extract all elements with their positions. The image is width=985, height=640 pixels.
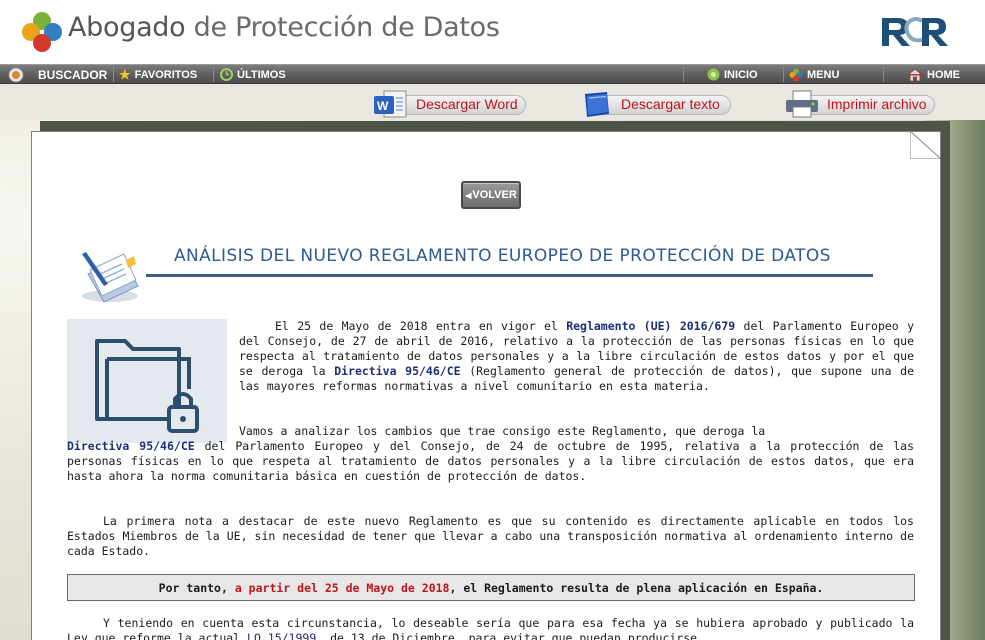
clock-icon — [220, 68, 233, 81]
p3-text: La primera nota a destacar de este nuevo… — [67, 514, 914, 558]
top-navbar: BUSCADOR ★ FAVORITOS ÚLTIMOS INICIO MENU… — [0, 64, 985, 84]
directiva-link-2[interactable]: Directiva 95/46/CE — [67, 439, 195, 453]
download-text-label: Descargar texto — [621, 96, 720, 112]
reglamento-link[interactable]: Reglamento (UE) 2016/679 — [566, 319, 735, 333]
back-arrow-icon: ◀ — [465, 190, 472, 200]
paragraph-applicability: La primera nota a destacar de este nuevo… — [67, 514, 914, 559]
nav-menu-label: MENU — [807, 68, 840, 81]
p2-text-b: del Parlamento Europeo y del Consejo, de… — [67, 439, 915, 483]
directiva-link[interactable]: Directiva 95/46/CE — [334, 364, 460, 378]
house-icon — [907, 67, 923, 81]
nav-divider — [683, 67, 684, 82]
nav-inicio[interactable]: INICIO — [707, 65, 758, 84]
book-icon — [585, 92, 609, 117]
paragraph-law: Y teniendo en cuenta esta circunstancia,… — [67, 616, 914, 640]
nav-divider — [213, 67, 214, 82]
page-fold-icon — [910, 131, 941, 159]
download-word-label: Descargar Word — [416, 96, 518, 112]
nav-ultimos-label: ÚLTIMOS — [237, 68, 286, 81]
nav-buscador-label: BUSCADOR — [38, 67, 108, 82]
star-icon: ★ — [119, 66, 131, 82]
p1-text-a: El 25 de Mayo de 2018 entra en vigor el — [275, 319, 567, 333]
nav-divider — [783, 67, 784, 82]
note-text-b: , el Reglamento resulta de plena aplicac… — [449, 580, 824, 595]
title-underline — [146, 274, 873, 277]
search-globe-icon — [8, 67, 24, 82]
home-circle-icon — [707, 68, 720, 81]
note-text-a: Por tanto, — [158, 580, 235, 595]
note-date: a partir del 25 de Mayo de 2018 — [234, 580, 450, 595]
nav-inicio-label: INICIO — [724, 68, 758, 81]
nav-favoritos[interactable]: ★ FAVORITOS — [119, 65, 197, 84]
download-text-button[interactable]: Descargar texto — [577, 90, 733, 118]
nav-buscador[interactable]: BUSCADOR — [8, 65, 107, 84]
nav-favoritos-label: FAVORITOS — [134, 68, 198, 81]
svg-text:W: W — [377, 99, 389, 113]
menu-dots-icon — [789, 68, 803, 81]
highlight-note: Por tanto, a partir del 25 de Mayo de 20… — [67, 574, 915, 601]
document-pen-icon — [82, 252, 139, 303]
nav-menu[interactable]: MENU — [789, 65, 839, 84]
print-file-button[interactable]: Imprimir archivo — [783, 90, 937, 118]
print-file-label: Imprimir archivo — [827, 96, 927, 112]
word-document-icon: W — [374, 90, 407, 118]
rcr-logo-icon[interactable] — [878, 12, 950, 50]
printer-icon — [786, 90, 818, 118]
nav-divider — [113, 67, 114, 82]
site-title-rest: de Protección de Datos — [185, 12, 500, 43]
download-word-button[interactable]: W Descargar Word — [372, 90, 526, 118]
nav-home-label: HOME — [927, 68, 960, 81]
paragraph-changes: Vamos a analizar los cambios que trae co… — [67, 424, 914, 484]
p2-first-line: Vamos a analizar los cambios que trae co… — [239, 424, 766, 438]
nav-ultimos[interactable]: ÚLTIMOS — [220, 65, 286, 84]
nav-divider — [883, 67, 884, 82]
site-title-main: Abogado — [68, 12, 186, 43]
nav-home[interactable]: HOME — [907, 65, 960, 84]
p5-text-b: , de 13 de Diciembre, para evitar que pu… — [316, 631, 698, 640]
lo-15-1999-link[interactable]: LO 15/1999 — [247, 631, 316, 640]
site-title[interactable]: Abogado de Protección de Datos — [68, 12, 500, 43]
site-logo-icon[interactable] — [20, 10, 64, 54]
site-header: Abogado de Protección de Datos — [0, 0, 985, 64]
volver-label: VOLVER — [472, 189, 517, 201]
document-title: ANÁLISIS DEL NUEVO REGLAMENTO EUROPEO DE… — [174, 246, 831, 266]
volver-button[interactable]: ◀ VOLVER — [461, 181, 521, 209]
paragraph-intro: El 25 de Mayo de 2018 entra en vigor el … — [239, 319, 914, 394]
